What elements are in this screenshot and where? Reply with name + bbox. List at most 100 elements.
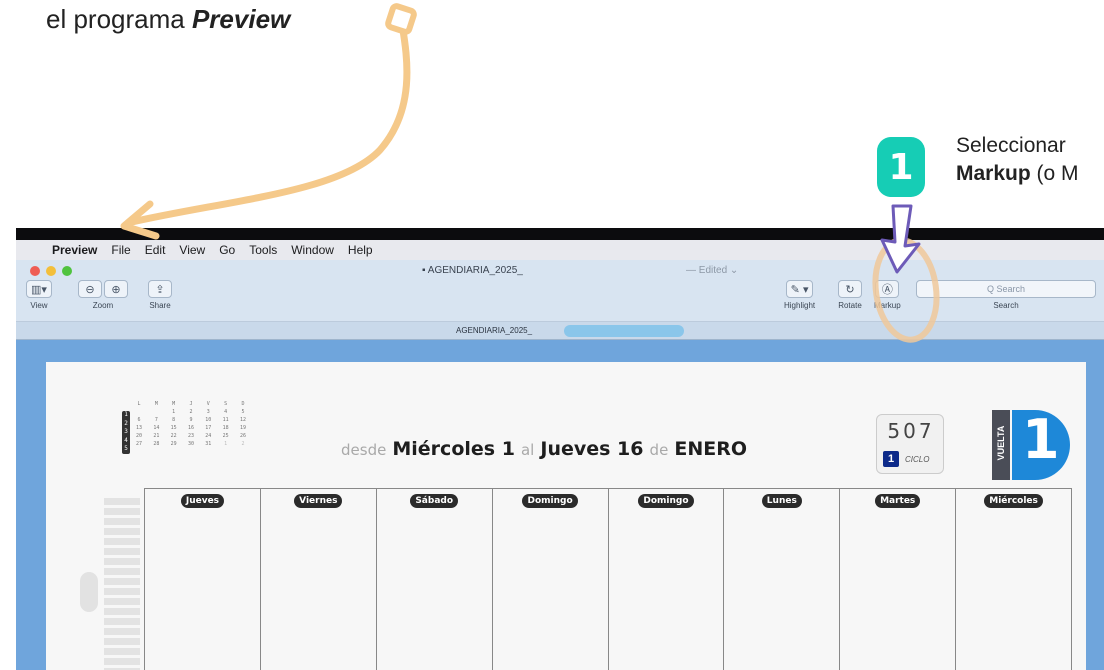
step-caption: Seleccionar Markup (o M <box>956 132 1079 188</box>
calendar-day: 6 <box>137 417 141 423</box>
calendar-day: 17 <box>205 425 212 431</box>
menu-bar: Preview File Edit View Go Tools Window H… <box>16 240 1104 260</box>
calendar-day: 14 <box>153 425 160 431</box>
search-input[interactable]: Q Search <box>916 280 1096 298</box>
sidebar-view-button[interactable]: ▥▾ <box>26 280 52 298</box>
calendar-day: 11 <box>222 417 229 423</box>
page-scroll-handle[interactable] <box>80 572 98 612</box>
curved-arrow-line <box>128 20 411 226</box>
day-label: Jueves <box>180 494 225 508</box>
zoom-out-icon: ⊖ <box>85 283 95 296</box>
zoom-out-button[interactable]: ⊖ <box>78 280 102 298</box>
day-column[interactable]: Martes <box>840 489 957 670</box>
highlight-button[interactable]: ✎ ▾ <box>785 280 814 298</box>
heading-end-date: Jueves 16 <box>540 438 644 460</box>
day-column[interactable]: Domingo <box>493 489 609 670</box>
weekday-initial: V <box>206 401 210 407</box>
step-caption-rest: (o M <box>1030 162 1079 185</box>
markup-label: Markup <box>874 301 901 310</box>
menu-go[interactable]: Go <box>219 243 235 257</box>
calendar-day: 23 <box>187 433 194 439</box>
caption-app-name: Preview <box>191 4 291 34</box>
step-badge: 1 <box>877 137 925 197</box>
hour-slot <box>104 598 140 605</box>
vuelta-logo: VUELTA 1 <box>992 404 1076 486</box>
calendar-day: 15 <box>170 425 177 431</box>
document-title-text: AGENDIARIA_2025_ <box>427 265 523 276</box>
menu-file[interactable]: File <box>111 243 130 257</box>
highlight-control: ✎ ▾ Highlight <box>784 280 815 310</box>
heading-start-date: Miércoles 1 <box>392 438 515 460</box>
calendar-day: 8 <box>172 417 176 423</box>
hour-slot <box>104 508 140 515</box>
menu-preview[interactable]: Preview <box>52 243 97 257</box>
menu-help[interactable]: Help <box>348 243 373 257</box>
week-num: 3 <box>124 428 128 435</box>
markup-control: Ⓐ Markup <box>874 280 901 310</box>
day-label: Sábado <box>410 494 459 508</box>
mini-calendar-week: 6 7 8 9 10 11 12 <box>132 416 250 424</box>
weekday-initial: M <box>172 401 176 407</box>
hour-slot <box>104 658 140 665</box>
rotate-button[interactable]: ↻ <box>838 280 862 298</box>
share-button[interactable]: ⇪ <box>148 280 172 298</box>
menu-window[interactable]: Window <box>291 243 334 257</box>
weekday-initial: J <box>189 401 193 407</box>
day-column[interactable]: Miércoles <box>956 489 1072 670</box>
weekday-initial: L <box>137 401 141 407</box>
mini-calendar-week: 13 14 15 16 17 18 19 <box>132 424 250 432</box>
menu-edit[interactable]: Edit <box>145 243 166 257</box>
zoom-control: ⊖ ⊕ Zoom <box>78 280 128 310</box>
logo-numeral: 1 <box>1022 408 1060 471</box>
day-column[interactable]: Sábado <box>377 489 493 670</box>
calendar-day: 30 <box>187 441 194 447</box>
calendar-day: 4 <box>224 409 228 415</box>
calendar-day: 16 <box>187 425 194 431</box>
highlighter-icon: ✎ ▾ <box>790 283 809 296</box>
logo-bar: VUELTA <box>992 410 1010 480</box>
mini-calendar: 1 2 3 4 5 L M M J V S D 1 2 3 4 5 6 7 8 … <box>122 400 250 454</box>
day-column[interactable]: Jueves <box>145 489 261 670</box>
step-caption-line2: Markup (o M <box>956 160 1079 188</box>
hour-slot <box>104 498 140 505</box>
calendar-day: 31 <box>205 441 212 447</box>
hour-slot <box>104 638 140 645</box>
calendar-day: 22 <box>170 433 177 439</box>
calendar-day: 3 <box>206 409 210 415</box>
weekday-initial: S <box>224 401 228 407</box>
calendar-day: 10 <box>205 417 212 423</box>
rotate-icon: ↻ <box>845 283 855 296</box>
highlight-label: Highlight <box>784 301 816 310</box>
menu-view[interactable]: View <box>179 243 205 257</box>
zoom-in-button[interactable]: ⊕ <box>104 280 128 298</box>
day-counter: 507 1 CICLO <box>876 414 944 474</box>
day-column[interactable]: Viernes <box>261 489 377 670</box>
zoom-window-button[interactable] <box>62 266 72 276</box>
week-num: 5 <box>124 445 128 452</box>
calendar-day: 2 <box>241 441 245 447</box>
markup-pen-icon: Ⓐ <box>881 284 893 296</box>
document-tab-bar: AGENDIARIA_2025_ <box>16 322 1104 340</box>
edited-status[interactable]: — Edited ⌄ <box>686 265 738 276</box>
hour-slot <box>104 528 140 535</box>
share-icon: ⇪ <box>155 283 165 296</box>
heading-word: al <box>520 441 535 459</box>
document-tab[interactable]: AGENDIARIA_2025_ <box>456 326 532 335</box>
calendar-day: 20 <box>135 433 143 439</box>
hour-slot <box>104 578 140 585</box>
week-num: 2 <box>124 419 128 427</box>
hour-slot <box>104 618 140 625</box>
close-button[interactable] <box>30 266 40 276</box>
markup-button[interactable]: Ⓐ <box>875 280 900 298</box>
day-column[interactable]: Domingo <box>609 489 725 670</box>
menu-tools[interactable]: Tools <box>249 243 277 257</box>
date-range-heading: desde Miércoles 1 al Jueves 16 de ENERO <box>341 438 747 460</box>
day-column[interactable]: Lunes <box>724 489 841 670</box>
day-label: Domingo <box>522 494 578 508</box>
weekday-initial: D <box>241 401 245 407</box>
calendar-day: 9 <box>189 417 193 423</box>
calendar-day: 18 <box>222 425 229 431</box>
minimize-button[interactable] <box>46 266 56 276</box>
screen: Preview File Edit View Go Tools Window H… <box>16 240 1104 670</box>
day-label: Lunes <box>761 494 802 508</box>
